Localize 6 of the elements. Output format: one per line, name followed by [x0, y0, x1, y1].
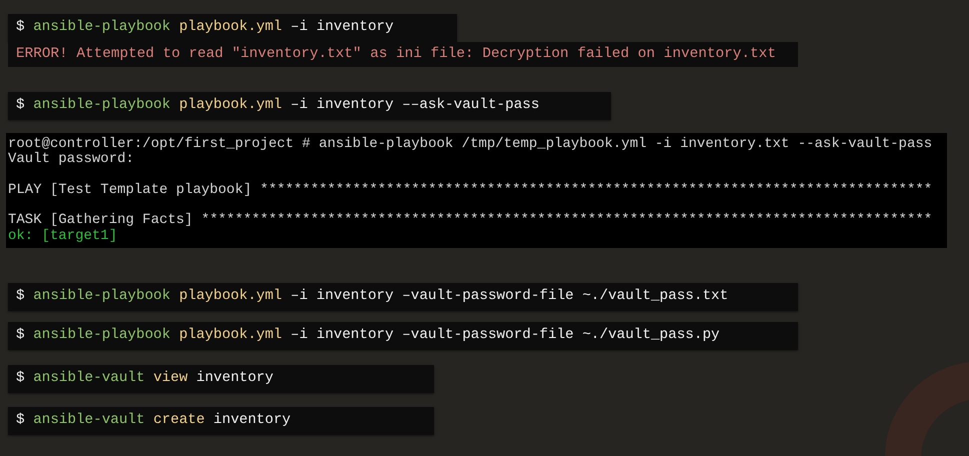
terminal-line: root@controller:/opt/first_project # ansible-playbook /tmp/temp_playbook.yml -i inventory.txt --ask-vault-pass — [8, 136, 932, 152]
terminal-line: Vault password: — [8, 151, 134, 168]
terminal-line: TASK [Gathering Facts] *************************************************************************************** — [8, 212, 932, 228]
error-message: ERROR! Attempted to read "inventory.txt" as ini file: Decryption failed on inventory.txt — [8, 42, 798, 67]
terminal-line: PLAY [Test Template playbook] ******************************************************************************** — [8, 182, 932, 198]
ok-status-line: ok: [target1] — [8, 228, 118, 244]
